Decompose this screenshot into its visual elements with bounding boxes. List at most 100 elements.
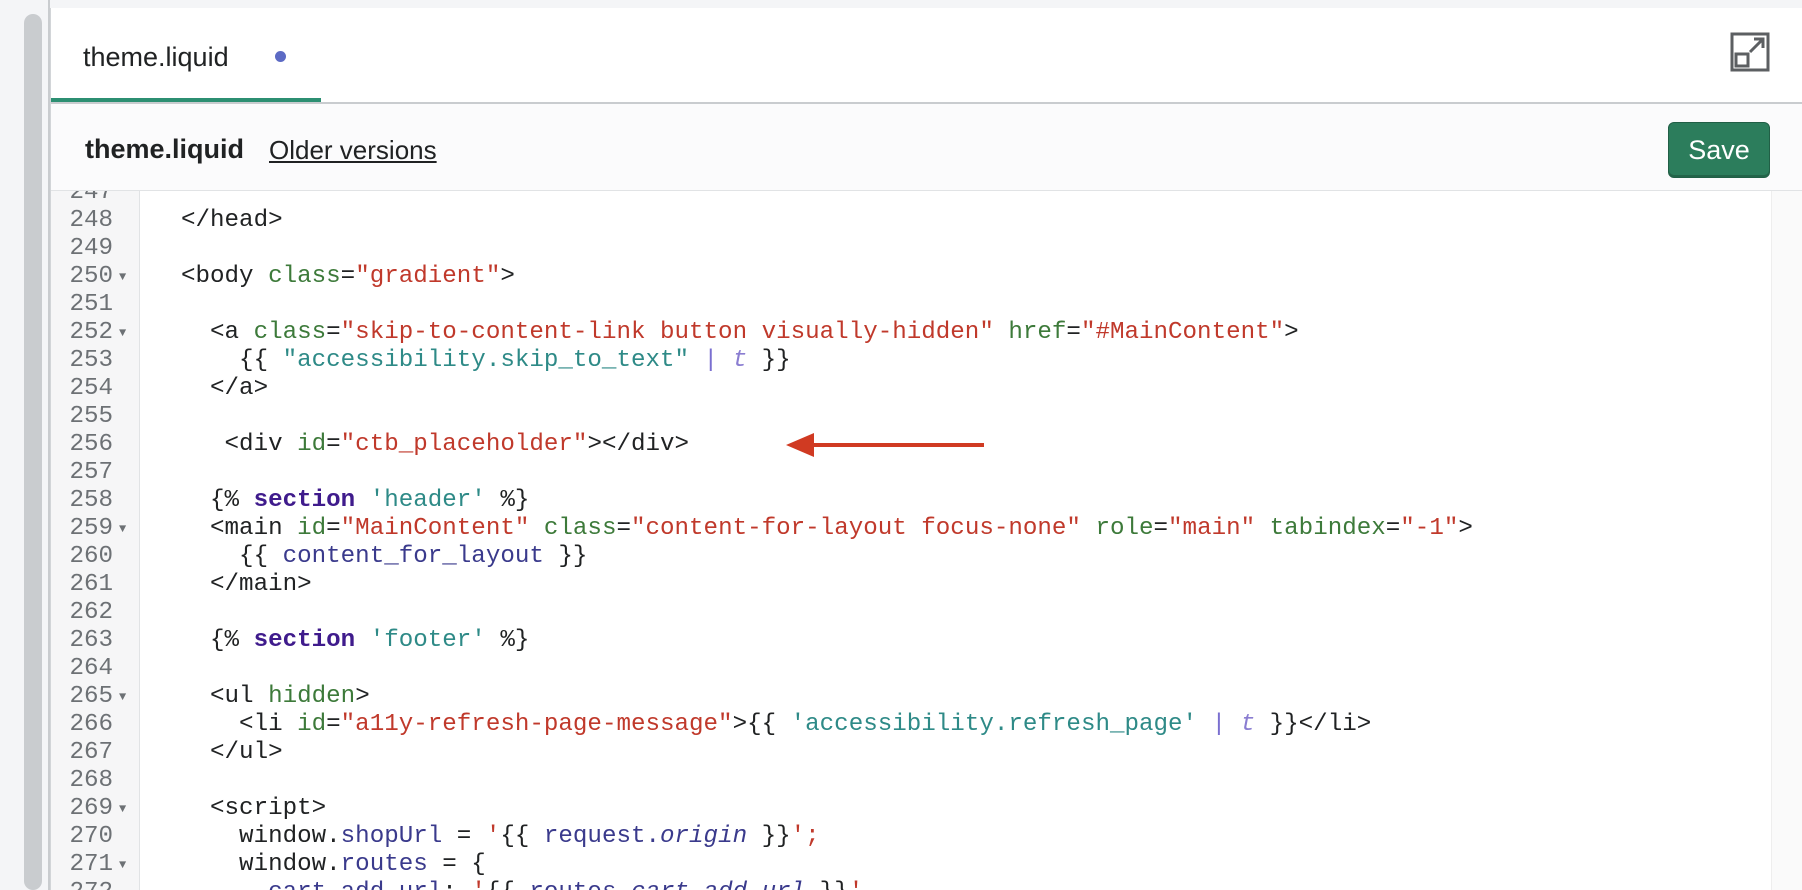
code-token: {{	[500, 823, 544, 850]
code-token: >	[355, 683, 370, 710]
code-token: routes	[340, 851, 428, 878]
fold-triangle-icon[interactable]: ▼	[119, 263, 126, 291]
line-number: 263	[69, 627, 113, 654]
code-token: ',	[849, 879, 878, 890]
code-lines[interactable]: 247 248 </head> 249 250 ▼ <body class="gradien…	[51, 191, 1772, 890]
code-line[interactable]: 269 ▼ <script>	[51, 795, 1772, 823]
code-line[interactable]: 267 </ul>	[51, 739, 1772, 767]
code-token: </ul>	[181, 739, 283, 766]
code-line[interactable]: 247	[51, 191, 1772, 207]
editor-scrollbar[interactable]	[1771, 191, 1802, 890]
code-token: >	[1458, 515, 1473, 542]
code-line[interactable]: 268	[51, 767, 1772, 795]
code-token: request.	[543, 823, 661, 850]
code-line[interactable]: 255	[51, 403, 1772, 431]
code-text: <ul hidden>	[181, 683, 370, 711]
code-token: }}	[747, 823, 791, 850]
code-token: {{	[181, 347, 283, 374]
code-line[interactable]: 259 ▼ <main id="MainContent" class="conte…	[51, 515, 1772, 543]
save-button[interactable]: Save	[1668, 122, 1770, 178]
code-line[interactable]: 266 <li id="a11y-refresh-page-message">{…	[51, 711, 1772, 739]
code-token: "gradient"	[355, 263, 501, 290]
code-text: window.routes = {	[181, 851, 486, 879]
line-number: 248	[69, 207, 113, 234]
sidebar-scrollbar[interactable]	[24, 14, 42, 890]
line-number: 261	[69, 571, 113, 598]
fold-triangle-icon[interactable]: ▼	[119, 515, 126, 543]
code-line[interactable]: 265 ▼ <ul hidden>	[51, 683, 1772, 711]
code-line[interactable]: 257	[51, 459, 1772, 487]
code-token: =	[616, 515, 631, 542]
code-token: "MainContent"	[340, 515, 530, 542]
line-number: 254	[69, 375, 113, 402]
code-token: <a	[181, 319, 254, 346]
code-editor[interactable]: 247 248 </head> 249 250 ▼ <body class="gradien…	[51, 191, 1772, 890]
code-token: id	[297, 431, 327, 458]
code-line[interactable]: 249	[51, 235, 1772, 263]
code-line[interactable]: 261 </main>	[51, 571, 1772, 599]
fold-triangle-icon[interactable]: ▼	[119, 683, 126, 711]
code-token: =	[1066, 319, 1081, 346]
code-token: =	[1385, 515, 1401, 542]
code-token: </main>	[181, 571, 312, 598]
code-line[interactable]: 260 {{ content_for_layout }}	[51, 543, 1772, 571]
tab-theme-liquid[interactable]: theme.liquid	[51, 8, 321, 102]
line-number: 264	[69, 655, 113, 682]
code-line[interactable]: 271 ▼ window.routes = {	[51, 851, 1772, 879]
code-line[interactable]: 263 {% section 'footer' %}	[51, 627, 1772, 655]
code-token: {{	[486, 879, 530, 890]
line-number: 249	[69, 235, 113, 262]
line-number: 253	[69, 347, 113, 374]
code-token: t	[1240, 711, 1256, 738]
code-line[interactable]: 252 ▼ <a class="skip-to-content-link butt…	[51, 319, 1772, 347]
older-versions-link[interactable]: Older versions	[269, 135, 437, 166]
code-token: "a11y-refresh-page-message"	[340, 711, 733, 738]
code-line[interactable]: 264	[51, 655, 1772, 683]
line-number: 250	[69, 263, 113, 290]
fold-triangle-icon[interactable]: ▼	[119, 795, 126, 823]
code-token: >	[1284, 319, 1299, 346]
file-tab-bar: theme.liquid	[51, 8, 1802, 104]
code-line[interactable]: 262	[51, 599, 1772, 627]
code-token: cart_add_url	[268, 879, 442, 890]
code-text: <div id="ctb_placeholder"></div>	[181, 431, 690, 459]
code-line[interactable]: 254 </a>	[51, 375, 1772, 403]
line-number: 268	[69, 767, 113, 794]
code-text: window.shopUrl = '{{ request.origin }}';	[181, 823, 820, 851]
code-line[interactable]: 270 window.shopUrl = '{{ request.origin …	[51, 823, 1772, 851]
code-line[interactable]: 258 {% section 'header' %}	[51, 487, 1772, 515]
line-number: 271	[69, 851, 113, 878]
expand-window-icon[interactable]	[1730, 32, 1770, 72]
code-text: {% section 'footer' %}	[181, 627, 529, 655]
code-token: {%	[181, 487, 254, 514]
code-text: {{ "accessibility.skip_to_text" | t }}	[181, 347, 791, 375]
code-token: <body	[181, 263, 269, 290]
code-token: cart_add_url	[631, 879, 805, 890]
code-text: </main>	[181, 571, 312, 599]
line-number: 270	[69, 823, 113, 850]
fold-triangle-icon[interactable]: ▼	[119, 851, 126, 879]
code-token: =	[326, 711, 341, 738]
code-line[interactable]: 272 cart_add_url: '{{ routes.cart_add_ur…	[51, 879, 1772, 890]
code-token: "main"	[1168, 515, 1256, 542]
line-number: 258	[69, 487, 113, 514]
unsaved-dot-icon	[275, 51, 286, 62]
line-number: 272	[51, 879, 113, 890]
code-token: =	[326, 431, 341, 458]
code-line[interactable]: 251	[51, 291, 1772, 319]
code-line[interactable]: 248 </head>	[51, 207, 1772, 235]
line-number: 252	[69, 319, 113, 346]
fold-triangle-icon[interactable]: ▼	[119, 319, 126, 347]
code-token: shopUrl	[340, 823, 443, 850]
code-line[interactable]: 253 {{ "accessibility.skip_to_text" | t …	[51, 347, 1772, 375]
code-token: 'accessibility.refresh_page'	[790, 711, 1198, 738]
code-line[interactable]: 250 ▼ <body class="gradient">	[51, 263, 1772, 291]
code-token: >	[500, 263, 515, 290]
code-token: tabindex	[1269, 515, 1386, 542]
file-header: theme.liquid Older versions Save	[51, 104, 1802, 191]
